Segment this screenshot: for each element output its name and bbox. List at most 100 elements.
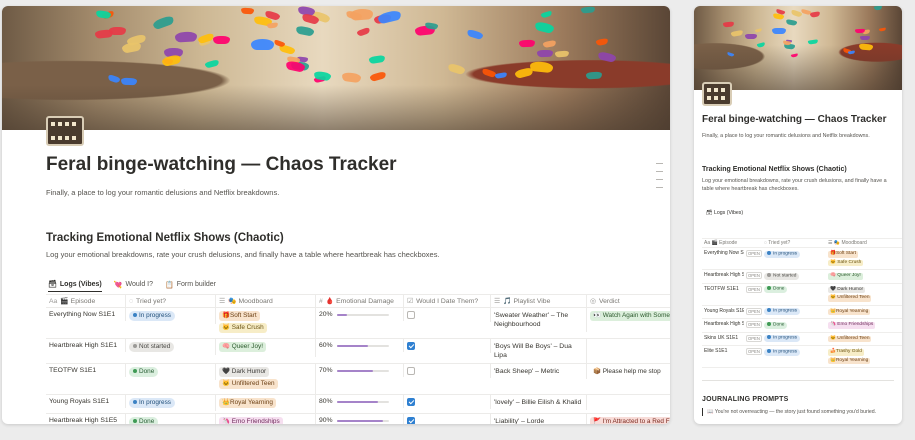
open-button[interactable]: OPEN: [746, 307, 762, 315]
table-row[interactable]: Heartbreak High S1E5 Done 🦄 Emo Friendship…: [46, 414, 670, 424]
page-title[interactable]: Feral binge-watching — Chaos Tracker: [46, 154, 397, 176]
table-row[interactable]: Everything Now S1E1 In progress 🎁Soft Star…: [46, 308, 670, 339]
header-would-i-date[interactable]: ☑ Would I Date Them?: [404, 294, 491, 308]
table-row[interactable]: Young Royals S1E OPEN In progress 👑Royal Ye…: [702, 306, 902, 319]
cell-verdict[interactable]: [587, 339, 670, 345]
outline-ticks[interactable]: [656, 163, 663, 195]
cell-open[interactable]: OPEN: [744, 319, 762, 330]
cell-moodboard[interactable]: 🦄 Emo Friendships: [216, 414, 316, 424]
table-row[interactable]: Everything Now S OPEN In progress 🎁Soft Sta…: [702, 248, 902, 270]
film-strip-icon[interactable]: [46, 116, 84, 146]
cell-status[interactable]: In progress: [762, 248, 826, 260]
tab-logs-vibes[interactable]: 🗃 Logs (Vibes): [706, 210, 743, 216]
cell-status[interactable]: Done: [126, 364, 216, 380]
cell-episode[interactable]: Elite S1E1: [702, 346, 744, 356]
date-checkbox[interactable]: [407, 398, 415, 406]
open-button[interactable]: OPEN: [746, 272, 762, 279]
header-tried-yet[interactable]: ◌ Tried yet?: [126, 294, 216, 308]
header-tried-yet[interactable]: ◌ Tried yet?: [762, 238, 826, 248]
table-row[interactable]: TEOTFW S1E1 Done 🖤 Dark Humor 🐱 Unfiltered …: [46, 364, 670, 395]
cell-episode[interactable]: Heartbreak High S1E5: [46, 414, 126, 424]
header-moodboard[interactable]: ☰ 🎭 Moodboard: [216, 294, 316, 308]
table-row[interactable]: Skins UK S1E1 OPEN In progress 🐱 Unfiltered…: [702, 333, 902, 346]
cell-emotional-damage[interactable]: 70%: [316, 364, 404, 377]
page-subtitle[interactable]: Finally, a place to log your romantic de…: [702, 133, 870, 139]
header-verdict[interactable]: ◎ Verdict: [587, 294, 670, 308]
tab-form-builder[interactable]: 📋 Form builder: [165, 280, 216, 292]
cell-episode[interactable]: Heartbreak High S1E1: [46, 339, 126, 352]
cell-moodboard[interactable]: 🖤 Dark Humor 🐱 Unfiltered Teen: [216, 364, 316, 394]
cell-moodboard[interactable]: 🍰Trashy Gold 👑Royal Yearning: [826, 346, 902, 367]
cell-would-i-date[interactable]: [404, 308, 491, 322]
header-playlist-vibe[interactable]: ☰ 🎵 Playlist Vibe: [491, 294, 587, 308]
table-row[interactable]: Heartbreak High S OPEN Done 🦄 Emo Friendshi…: [702, 319, 902, 333]
cell-open[interactable]: OPEN: [744, 270, 762, 281]
cell-open[interactable]: OPEN: [744, 333, 762, 344]
cell-episode[interactable]: Everything Now S: [702, 248, 744, 258]
cell-verdict[interactable]: 👀 Watch Again with Somebody: [587, 308, 670, 326]
cell-episode[interactable]: Everything Now S1E1: [46, 308, 126, 321]
cell-open[interactable]: OPEN: [744, 306, 762, 317]
film-strip-icon[interactable]: [702, 82, 732, 106]
cell-episode[interactable]: Young Royals S1E1: [46, 395, 126, 408]
open-button[interactable]: OPEN: [746, 334, 762, 342]
journaling-heading[interactable]: JOURNALING PROMPTS: [702, 396, 788, 403]
cell-emotional-damage[interactable]: 20%: [316, 308, 404, 321]
cover-image[interactable]: [2, 6, 670, 130]
open-button[interactable]: OPEN: [746, 250, 762, 257]
cell-status[interactable]: Not started: [126, 339, 216, 355]
section-heading[interactable]: Tracking Emotional Netflix Shows (Chaoti…: [46, 232, 284, 244]
cell-open[interactable]: OPEN: [744, 346, 762, 357]
cell-episode[interactable]: Heartbreak High S: [702, 319, 744, 329]
cell-moodboard[interactable]: 🖤 Dark Humor 🐱 Unfiltered Teen: [826, 284, 902, 305]
table-row[interactable]: Heartbreak High S1E1 Not started 🧠 Queer J…: [46, 339, 670, 364]
cell-moodboard[interactable]: 🧠 Queer Joy!: [216, 339, 316, 357]
cell-moodboard[interactable]: 🐱 Unfiltered Teen: [826, 333, 902, 346]
open-button[interactable]: OPEN: [746, 321, 762, 328]
cell-verdict[interactable]: 🚩 I'm Attracted to a Red Flag: [587, 414, 670, 424]
open-button[interactable]: OPEN: [746, 348, 762, 355]
page-subtitle[interactable]: Finally, a place to log your romantic de…: [46, 188, 279, 197]
cell-episode[interactable]: Skins UK S1E1: [702, 333, 744, 343]
header-emotional-damage[interactable]: # 🩸 Emotional Damage: [316, 294, 404, 308]
table-row[interactable]: Heartbreak High S OPEN Not started 🧠 Queer …: [702, 270, 902, 284]
table-row[interactable]: Elite S1E1 OPEN In progress 🍰Trashy Gold 👑Ro…: [702, 346, 902, 368]
cell-emotional-damage[interactable]: 60%: [316, 339, 404, 352]
section-description[interactable]: Log your emotional breakdowns, rate your…: [46, 250, 440, 259]
cell-verdict[interactable]: [587, 395, 670, 401]
journal-quote[interactable]: 📖 You're not overreacting — the story ju…: [702, 408, 892, 416]
cell-moodboard[interactable]: 🧠 Queer Joy!: [826, 270, 902, 283]
cell-would-i-date[interactable]: [404, 364, 491, 378]
section-heading[interactable]: Tracking Emotional Netflix Shows (Chaoti…: [702, 166, 847, 173]
cell-verdict[interactable]: 📦 Please help me stop: [587, 364, 670, 382]
date-checkbox[interactable]: [407, 311, 415, 319]
cell-episode[interactable]: TEOTFW S1E1: [702, 284, 744, 294]
open-button[interactable]: OPEN: [746, 285, 762, 293]
cover-image-small[interactable]: [694, 6, 902, 90]
cell-playlist[interactable]: 'Boys Will Be Boys' – Dua Lipa: [491, 339, 587, 363]
cell-emotional-damage[interactable]: 80%: [316, 395, 404, 408]
page-title[interactable]: Feral binge-watching — Chaos Tracker: [702, 114, 887, 125]
header-episode[interactable]: Aa 🎬 Episode: [46, 294, 126, 308]
table-row[interactable]: TEOTFW S1E1 OPEN Done 🖤 Dark Humor 🐱 Unfilte…: [702, 284, 902, 306]
date-checkbox[interactable]: [407, 342, 415, 350]
header-episode[interactable]: Aa 🎬 Episode: [702, 238, 744, 248]
cell-status[interactable]: In progress: [126, 308, 216, 324]
cell-moodboard[interactable]: 👑Royal Yearning: [826, 306, 902, 319]
tab-would-i[interactable]: 💘 Would I?: [114, 280, 153, 292]
cell-status[interactable]: In progress: [762, 346, 826, 358]
cell-moodboard[interactable]: 🎁Soft Start🐱 Safe Crush: [826, 248, 902, 269]
cell-status[interactable]: In progress: [126, 395, 216, 411]
cell-episode[interactable]: Young Royals S1E: [702, 306, 744, 316]
cell-emotional-damage[interactable]: 90%: [316, 414, 404, 424]
cell-status[interactable]: In progress: [762, 333, 826, 345]
date-checkbox[interactable]: [407, 367, 415, 375]
cell-open[interactable]: OPEN: [744, 248, 762, 259]
header-moodboard[interactable]: ☰ 🎭 Moodboard: [826, 238, 902, 248]
cell-status[interactable]: Done: [126, 414, 216, 424]
cell-status[interactable]: Done: [762, 319, 826, 331]
cell-status[interactable]: In progress: [762, 306, 826, 318]
tab-logs-vibes[interactable]: 🗃 Logs (Vibes): [48, 280, 102, 292]
cell-playlist[interactable]: 'lovely' – Billie Eilish & Khalid: [491, 395, 587, 410]
section-description[interactable]: Log your emotional breakdowns, rate your…: [702, 177, 892, 193]
